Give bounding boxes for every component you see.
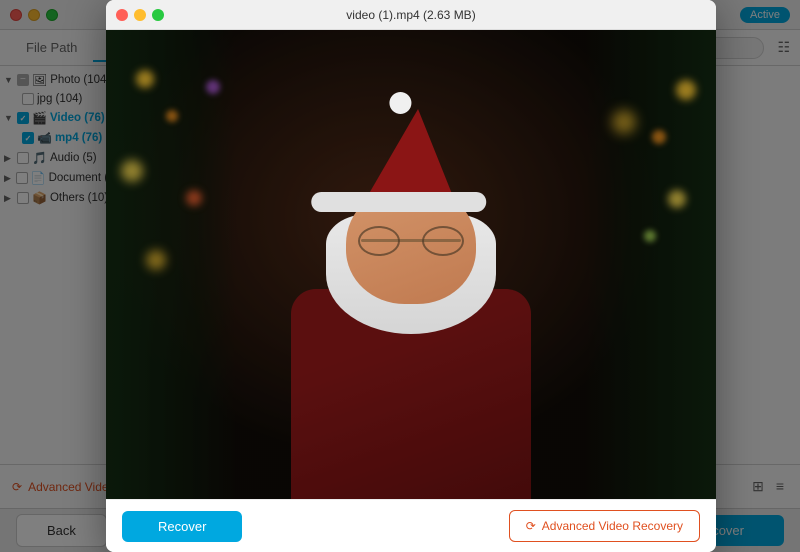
glasses-right (422, 226, 464, 256)
video-traffic-lights (116, 9, 164, 21)
glasses-left (358, 226, 400, 256)
modal-recover-button[interactable]: Recover (122, 511, 242, 542)
video-content (106, 30, 716, 499)
video-overlay: video (1).mp4 (2.63 MB) (0, 0, 800, 552)
video-minimize-button[interactable] (134, 9, 146, 21)
video-footer: Recover ⟳ Advanced Video Recovery (106, 499, 716, 552)
adv-recovery-icon: ⟳ (526, 519, 536, 533)
video-title: video (1).mp4 (2.63 MB) (346, 8, 475, 22)
video-window: video (1).mp4 (2.63 MB) (106, 0, 716, 552)
santa-hat-brim (311, 192, 486, 212)
modal-adv-recovery-label: Advanced Video Recovery (542, 519, 683, 533)
santa-hat-pom (389, 92, 411, 114)
video-title-bar: video (1).mp4 (2.63 MB) (106, 0, 716, 30)
video-close-button[interactable] (116, 9, 128, 21)
video-maximize-button[interactable] (152, 9, 164, 21)
modal-adv-recovery-button[interactable]: ⟳ Advanced Video Recovery (509, 510, 700, 542)
